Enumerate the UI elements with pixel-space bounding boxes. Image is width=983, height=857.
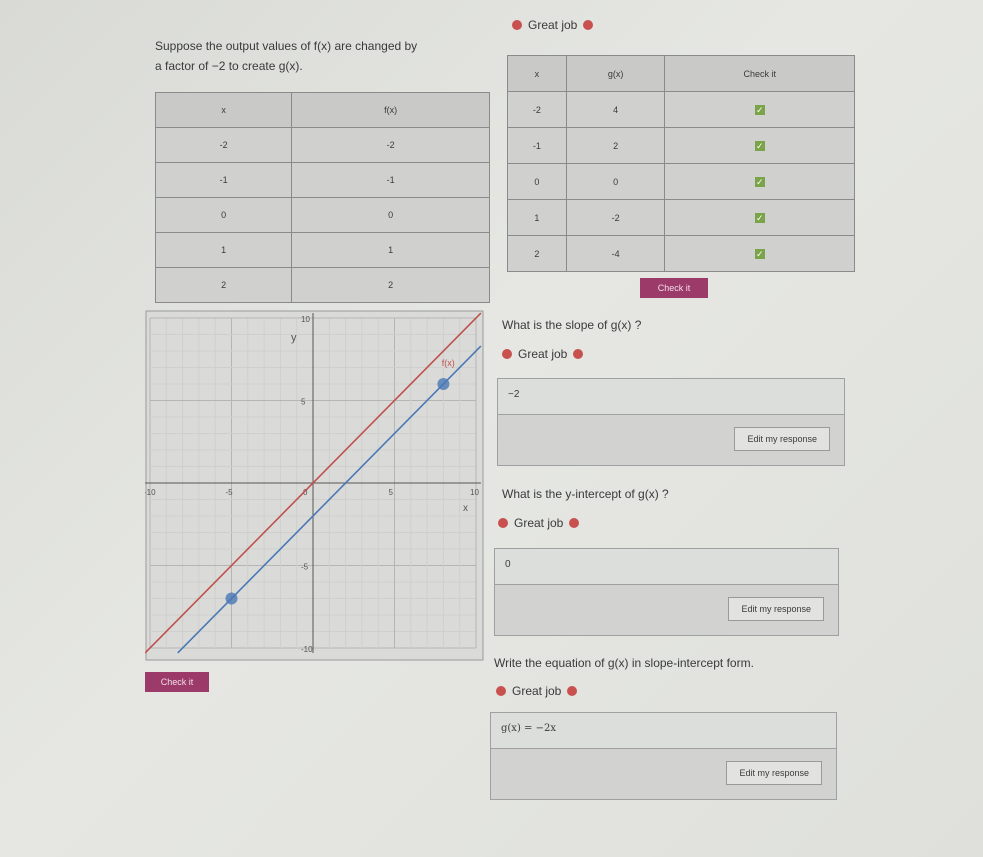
top-feedback: Great job — [512, 18, 594, 32]
table-row: 1 -2 ✓ — [507, 199, 855, 236]
edit-response-button[interactable]: Edit my response — [734, 427, 830, 451]
table-row: 00 — [154, 197, 490, 233]
checkmark-icon: ✓ — [754, 176, 765, 187]
feedback-dot-icon — [567, 686, 578, 696]
feedback-1: Great job — [502, 347, 584, 361]
feedback-3: Great job — [496, 684, 578, 698]
edit-response-button[interactable]: Edit my response — [728, 597, 824, 621]
answer-3: g(x) = −2x Edit my response — [490, 712, 837, 800]
feedback-dot-icon — [569, 518, 580, 528]
table-row: -1 2 ✓ — [507, 127, 855, 164]
feedback-2: Great job — [498, 516, 580, 530]
checkmark-icon: ✓ — [754, 248, 765, 259]
table-row: -2 -2 — [154, 127, 490, 163]
table-row: -2 4 ✓ — [507, 91, 855, 128]
feedback-dot-icon — [512, 20, 522, 30]
y-axis-label: y — [291, 332, 297, 344]
checkmark-icon: ✓ — [754, 104, 765, 115]
table-row: 0 0 ✓ — [507, 163, 855, 200]
y-tick-label: 10 — [301, 315, 310, 324]
x-tick-label: -10 — [145, 488, 156, 497]
drag-point[interactable] — [225, 592, 238, 605]
feedback-dot-icon — [502, 349, 512, 359]
feedback-dot-icon — [496, 686, 506, 696]
table-row: -1 -1 — [154, 162, 490, 198]
graph[interactable]: -10 -5 5 10105-5-100xyf(x) — [145, 310, 485, 662]
y-tick-label: 5 — [301, 398, 306, 407]
graph-check-button[interactable]: Check it — [145, 672, 209, 692]
x-tick-label: 10 — [470, 488, 479, 497]
table-row: 22 — [154, 267, 490, 303]
x-tick-label: -5 — [226, 488, 234, 497]
header-fx: f(x) — [291, 92, 490, 128]
checkmark-icon: ✓ — [754, 212, 765, 223]
f-table: x f(x) -2 -2 -1 -1 00 11 22 — [154, 92, 490, 303]
table-row: 11 — [154, 232, 490, 268]
series-label: f(x) — [442, 358, 455, 368]
problem-prompt: Suppose the output values of f(x) are ch… — [155, 39, 418, 73]
question-1: What is the slope of g(x) ? — [502, 318, 642, 332]
feedback-dot-icon — [498, 518, 508, 528]
answer-2: 0 Edit my response — [494, 548, 839, 636]
answer-1: −2 Edit my response — [497, 378, 845, 466]
drag-point[interactable] — [437, 378, 450, 390]
x-axis-label: x — [463, 503, 468, 514]
header-x: x — [154, 92, 293, 128]
table-check-button[interactable]: Check it — [640, 278, 708, 298]
question-2: What is the y-intercept of g(x) ? — [502, 487, 669, 501]
question-3: Write the equation of g(x) in slope-inte… — [494, 656, 754, 670]
table-row: 2 -4 ✓ — [507, 235, 855, 272]
g-table: x g(x) Check it -2 4 ✓ -1 2 ✓ 0 0 ✓ 1 -2 ✓ 2 -4 ✓ — [507, 55, 855, 272]
checkmark-icon: ✓ — [754, 140, 765, 151]
y-tick-label: -10 — [301, 645, 313, 654]
y-tick-label: -5 — [301, 563, 309, 572]
feedback-dot-icon — [573, 349, 584, 359]
feedback-dot-icon — [583, 20, 594, 30]
plot-area — [145, 310, 484, 661]
x-tick-label: 5 — [389, 488, 394, 497]
edit-response-button[interactable]: Edit my response — [726, 761, 822, 785]
